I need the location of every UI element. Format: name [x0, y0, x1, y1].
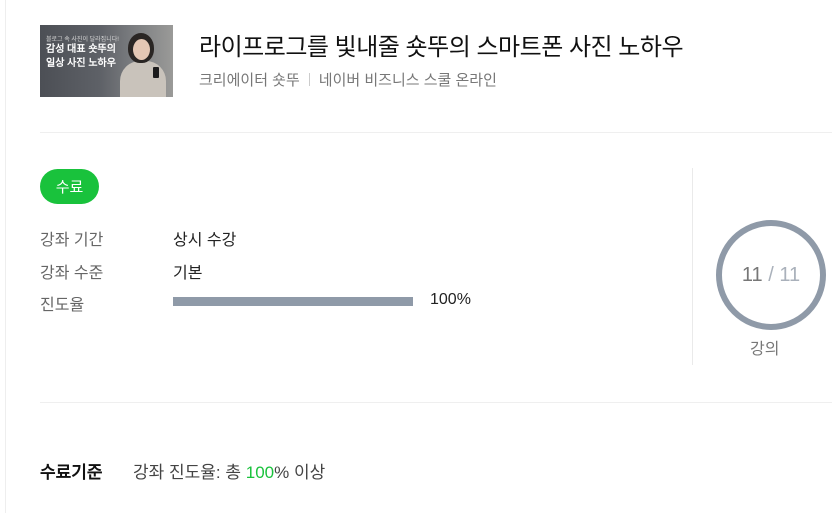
lecture-count: 11 / 11: [742, 264, 800, 287]
progress-bar: [173, 297, 413, 306]
level-label: 강좌 수준: [40, 265, 104, 282]
criteria-prefix: 강좌 진도율: 총: [133, 463, 246, 482]
criteria-suffix: % 이상: [274, 463, 326, 482]
course-meta: 크리에이터 숏뚜 네이버 비즈니스 스쿨 온라인: [199, 69, 497, 90]
thumbnail-person-face: [133, 39, 150, 60]
section-divider-bottom: [40, 402, 832, 403]
vertical-divider: [692, 168, 693, 365]
progress-bar-fill: [173, 297, 413, 306]
meta-separator: [308, 73, 310, 86]
lecture-completed-count: 11: [741, 263, 763, 286]
thumbnail-person-body: [120, 61, 166, 97]
lecture-progress-circle: 11 / 11: [716, 220, 826, 330]
period-label: 강좌 기간: [40, 232, 104, 249]
completion-criteria-label: 수료기준: [40, 463, 103, 482]
level-value: 기본: [173, 265, 203, 282]
page-left-border: [5, 0, 6, 513]
progress-label: 진도율: [40, 297, 85, 314]
period-value: 상시 수강: [173, 232, 237, 249]
criteria-percent: 100: [245, 463, 275, 482]
lecture-count-separator: /: [768, 263, 774, 286]
lecture-label: 강의: [750, 341, 780, 358]
creator-name: 크리에이터 숏뚜: [199, 72, 300, 89]
completion-badge: 수료: [40, 169, 99, 204]
progress-percent: 100%: [430, 291, 471, 308]
section-divider-top: [40, 132, 832, 133]
course-thumbnail[interactable]: 블로그 속 사진이 달라집니다! 감성 대표 숏뚜의 일상 사진 노하우: [40, 25, 173, 97]
thumbnail-phone: [153, 67, 159, 78]
thumbnail-subtitle: 블로그 속 사진이 달라집니다!: [46, 37, 119, 43]
platform-name: 네이버 비즈니스 스쿨 온라인: [318, 72, 497, 89]
lecture-total-count: 11: [779, 263, 801, 286]
course-header: 블로그 속 사진이 달라집니다! 감성 대표 숏뚜의 일상 사진 노하우 라이프…: [40, 25, 832, 133]
completion-criteria-text: 강좌 진도율: 총 100% 이상: [133, 458, 325, 483]
thumbnail-title: 감성 대표 숏뚜의 일상 사진 노하우: [46, 44, 116, 69]
course-title[interactable]: 라이프로그를 빛내줄 숏뚜의 스마트폰 사진 노하우: [199, 27, 684, 62]
